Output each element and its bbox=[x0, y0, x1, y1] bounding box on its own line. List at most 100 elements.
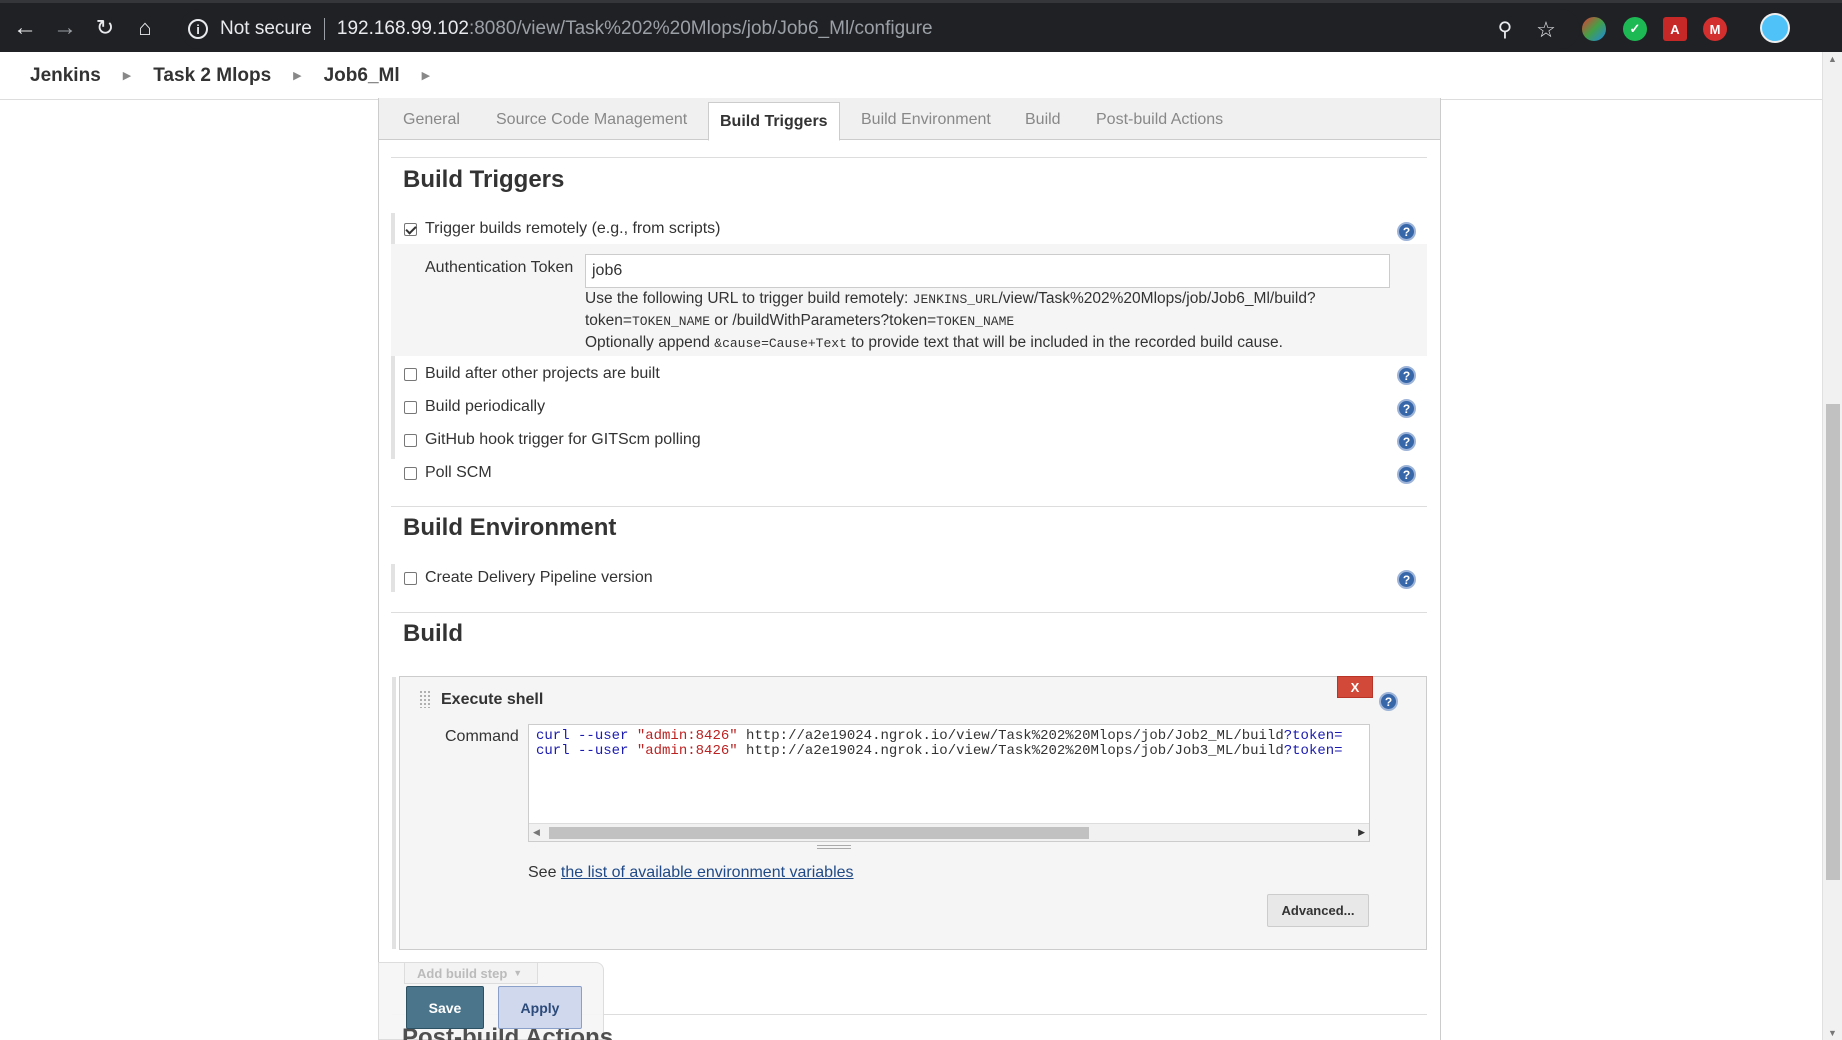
section-indent-bar bbox=[392, 677, 396, 949]
command-line: curl --user "admin:8426" http://a2e19024… bbox=[536, 743, 1343, 759]
auth-token-help-line1: Use the following URL to trigger build r… bbox=[585, 290, 1316, 308]
profile-avatar[interactable] bbox=[1760, 13, 1790, 43]
reload-icon[interactable]: ↻ bbox=[86, 9, 124, 47]
auth-token-label: Authentication Token bbox=[425, 259, 574, 276]
extension-colorful-icon[interactable] bbox=[1582, 17, 1606, 41]
env-vars-link[interactable]: the list of available environment variab… bbox=[561, 864, 854, 881]
github-hook-label: GitHub hook trigger for GITScm polling bbox=[425, 431, 701, 448]
auth-token-input[interactable]: job6 bbox=[585, 254, 1390, 288]
help-icon[interactable]: ? bbox=[1379, 692, 1398, 711]
command-label: Command bbox=[445, 728, 519, 745]
trigger-remotely-label: Trigger builds remotely (e.g., from scri… bbox=[425, 220, 721, 237]
poll-scm-checkbox[interactable] bbox=[404, 467, 417, 480]
code-token: curl bbox=[536, 743, 570, 759]
delivery-pipeline-checkbox[interactable] bbox=[404, 572, 417, 585]
code-token: "admin:8426" bbox=[636, 743, 738, 759]
breadcrumb-job[interactable]: Job6_Ml bbox=[324, 65, 400, 87]
save-button[interactable]: Save bbox=[406, 986, 484, 1029]
forward-arrow-icon[interactable]: → bbox=[46, 9, 84, 47]
trigger-remotely-checkbox[interactable] bbox=[404, 223, 417, 236]
drag-handle-icon[interactable] bbox=[419, 690, 431, 708]
breadcrumb-task[interactable]: Task 2 Mlops bbox=[153, 65, 271, 87]
url-path: :8080/view/Task%202%20Mlops/job/Job6_Ml/… bbox=[468, 18, 933, 39]
help-text-fragment: Use the following URL to trigger build r… bbox=[585, 290, 913, 307]
help-code: &cause=Cause+Text bbox=[714, 336, 847, 351]
code-token: curl bbox=[536, 728, 570, 744]
help-icon[interactable]: ? bbox=[1397, 570, 1416, 589]
extension-check-icon[interactable]: ✓ bbox=[1623, 17, 1647, 41]
section-indent-bar bbox=[391, 564, 395, 592]
build-after-other-checkbox[interactable] bbox=[404, 368, 417, 381]
build-periodically-label: Build periodically bbox=[425, 398, 546, 415]
code-token: --user bbox=[569, 743, 637, 759]
zoom-icon[interactable]: ⚲ bbox=[1486, 11, 1524, 49]
section-title-build-triggers: Build Triggers bbox=[403, 166, 565, 193]
help-text-fragment: token= bbox=[585, 312, 632, 329]
divider bbox=[391, 506, 1427, 507]
scroll-down-icon[interactable]: ▼ bbox=[1828, 1028, 1837, 1038]
divider bbox=[391, 157, 1427, 158]
help-text-fragment: Optionally append bbox=[585, 334, 715, 351]
apply-button[interactable]: Apply bbox=[498, 986, 582, 1029]
code-token: --user bbox=[569, 728, 637, 744]
github-hook-checkbox[interactable] bbox=[404, 434, 417, 447]
extension-m-icon[interactable]: M bbox=[1703, 17, 1727, 41]
delete-step-button[interactable]: X bbox=[1337, 676, 1373, 698]
help-icon[interactable]: ? bbox=[1397, 465, 1416, 484]
tab-general[interactable]: General bbox=[403, 111, 460, 129]
help-code: TOKEN_NAME bbox=[631, 314, 710, 329]
env-vars-line: See the list of available environment va… bbox=[528, 864, 854, 882]
tab-build[interactable]: Build bbox=[1025, 111, 1061, 129]
breadcrumb-jenkins[interactable]: Jenkins bbox=[30, 65, 101, 87]
add-build-step-button[interactable]: Add build step ▼ bbox=[404, 962, 538, 984]
horizontal-scrollbar[interactable]: ◀ ▶ bbox=[529, 823, 1369, 841]
chevron-down-icon: ▼ bbox=[513, 968, 523, 978]
back-arrow-icon[interactable]: ← bbox=[6, 9, 44, 47]
home-icon[interactable]: ⌂ bbox=[126, 9, 164, 47]
scrollbar-thumb[interactable] bbox=[549, 827, 1089, 839]
page-scrollbar[interactable]: ▲ ▼ bbox=[1822, 52, 1842, 1040]
code-token: "admin:8426" bbox=[636, 728, 738, 744]
help-code: TOKEN_NAME bbox=[936, 314, 1015, 329]
chevron-right-icon[interactable]: ▶ bbox=[123, 69, 131, 82]
help-code: JENKINS_URL bbox=[912, 292, 999, 307]
help-icon[interactable]: ? bbox=[1397, 432, 1416, 451]
section-title-build: Build bbox=[403, 620, 463, 647]
advanced-button[interactable]: Advanced... bbox=[1267, 894, 1369, 927]
divider bbox=[391, 612, 1427, 613]
tab-build-environment[interactable]: Build Environment bbox=[861, 111, 991, 129]
command-line: curl --user "admin:8426" http://a2e19024… bbox=[536, 728, 1343, 744]
tab-build-triggers[interactable]: Build Triggers bbox=[708, 102, 840, 141]
auth-token-help-line2: token=TOKEN_NAME or /buildWithParameters… bbox=[585, 312, 1014, 330]
scroll-right-icon[interactable]: ▶ bbox=[1358, 827, 1365, 838]
chevron-right-icon[interactable]: ▶ bbox=[293, 69, 301, 82]
browser-toolbar: ← → ↻ ⌂ i Not secure 192.168.99.102 :808… bbox=[0, 0, 1842, 52]
info-icon[interactable]: i bbox=[188, 19, 208, 39]
extension-pdf-icon[interactable]: A bbox=[1663, 17, 1687, 41]
code-token: ?token= bbox=[1283, 743, 1343, 759]
help-icon[interactable]: ? bbox=[1397, 222, 1416, 241]
tab-post-build-actions[interactable]: Post-build Actions bbox=[1096, 111, 1223, 129]
build-periodically-checkbox[interactable] bbox=[404, 401, 417, 414]
code-token: ?token= bbox=[1283, 728, 1343, 744]
auth-token-help-line3: Optionally append &cause=Cause+Text to p… bbox=[585, 334, 1283, 352]
omnibox-separator bbox=[323, 18, 325, 40]
command-textarea[interactable]: curl --user "admin:8426" http://a2e19024… bbox=[528, 724, 1370, 842]
delivery-pipeline-label: Create Delivery Pipeline version bbox=[425, 569, 653, 586]
textarea-resize-handle[interactable] bbox=[817, 845, 851, 849]
not-secure-label: Not secure bbox=[220, 18, 312, 39]
config-tabs: General Source Code Management Build Tri… bbox=[379, 98, 1440, 141]
address-bar[interactable]: i Not secure 192.168.99.102 :8080/view/T… bbox=[180, 9, 1580, 49]
url-host: 192.168.99.102 bbox=[336, 18, 469, 39]
code-token: http://a2e19024.ngrok.io/view/Task%202%2… bbox=[737, 728, 1284, 744]
chevron-right-icon[interactable]: ▶ bbox=[422, 69, 430, 82]
see-prefix: See bbox=[528, 864, 561, 881]
scrollbar-thumb[interactable] bbox=[1826, 404, 1840, 880]
help-icon[interactable]: ? bbox=[1397, 399, 1416, 418]
scroll-left-icon[interactable]: ◀ bbox=[533, 827, 540, 838]
section-title-build-environment: Build Environment bbox=[403, 514, 617, 541]
scroll-up-icon[interactable]: ▲ bbox=[1828, 54, 1837, 64]
help-icon[interactable]: ? bbox=[1397, 366, 1416, 385]
bookmark-star-icon[interactable]: ☆ bbox=[1527, 11, 1565, 49]
tab-source-code-management[interactable]: Source Code Management bbox=[496, 111, 687, 129]
